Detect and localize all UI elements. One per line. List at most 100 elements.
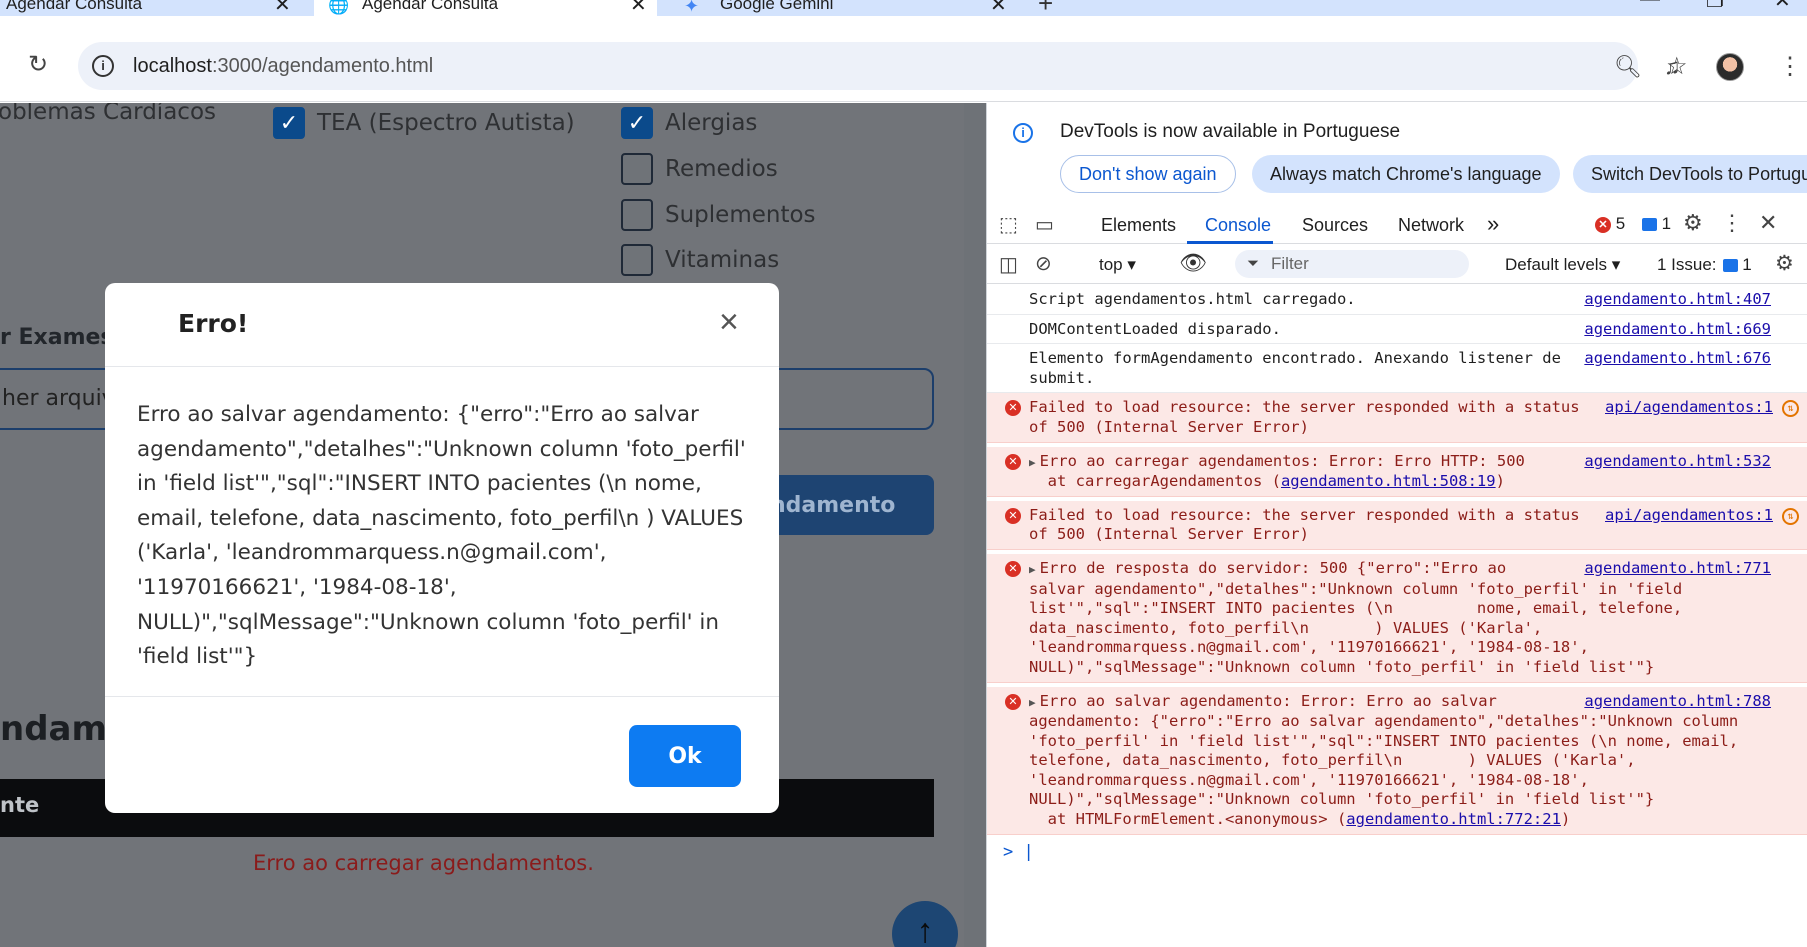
device-toolbar-icon[interactable]: ▭ xyxy=(1035,212,1054,237)
message-text: Erro ao salvar agendamento: Error: Erro … xyxy=(1029,691,1739,829)
console-prompt[interactable]: > | xyxy=(987,839,1807,863)
table-error-message: Erro ao carregar agendamentos. xyxy=(253,851,594,875)
globe-icon: 🌐 xyxy=(328,0,350,15)
source-link[interactable]: agendamento.html:532 xyxy=(1584,451,1771,472)
checkbox-box[interactable] xyxy=(621,244,653,276)
stack-link[interactable]: agendamento.html:508:19 xyxy=(1281,472,1496,490)
ok-button[interactable]: Ok xyxy=(629,725,741,787)
log-levels-dropdown[interactable]: Default levels ▾ xyxy=(1505,255,1620,275)
console-toolbar: ◫ ⊘ top ▾ 👁︎ ⏷ Filter Default levels ▾ 1… xyxy=(987,244,1807,284)
source-link[interactable]: agendamento.html:669 xyxy=(1584,320,1771,340)
checkbox-box[interactable] xyxy=(621,153,653,185)
more-options-icon[interactable]: ⋮ xyxy=(1721,210,1743,236)
restore-icon[interactable]: ❐ xyxy=(1706,0,1724,13)
message-text: Script agendamentos.html carregado. xyxy=(1029,290,1356,308)
tab-agendar-consulta-1[interactable]: Agendar Consulta ✕ xyxy=(0,0,300,16)
error-icon: ✕ xyxy=(1005,507,1021,524)
close-devtools-icon[interactable]: ✕ xyxy=(1759,210,1777,236)
context-value: top xyxy=(1099,255,1123,274)
gemini-sparkle-icon: ✦ xyxy=(684,0,700,16)
url-text[interactable]: localhost:3000/agendamento.html xyxy=(133,55,433,78)
checkbox-alergias[interactable]: ✓ Alergias xyxy=(621,107,757,139)
reload-icon[interactable]: ↻ xyxy=(24,50,52,78)
site-info-icon[interactable]: i xyxy=(92,55,114,77)
more-tabs-icon[interactable]: » xyxy=(1487,211,1499,237)
infobar-message: DevTools is now available in Portuguese xyxy=(1060,121,1401,142)
source-link[interactable]: api/agendamentos:1 xyxy=(1605,398,1773,418)
check-icon[interactable]: ✓ xyxy=(621,107,653,139)
checkbox-vitaminas[interactable]: Vitaminas xyxy=(621,244,779,276)
stack-link[interactable]: agendamento.html:772:21 xyxy=(1346,810,1561,828)
source-link[interactable]: agendamento.html:407 xyxy=(1584,290,1771,310)
minimize-icon[interactable]: — xyxy=(1640,0,1660,11)
zoom-icon[interactable]: 🔍︎ xyxy=(1614,54,1642,80)
more-menu-icon[interactable]: ⋮ xyxy=(1778,52,1802,81)
tab-title: Agendar Consulta xyxy=(6,0,143,13)
checkbox-suplementos[interactable]: Suplementos xyxy=(621,199,816,231)
console-filter-input[interactable]: ⏷ Filter xyxy=(1235,250,1469,278)
console-settings-gear-icon[interactable]: ⚙ xyxy=(1775,251,1794,276)
network-request-icon[interactable]: ⇅ xyxy=(1782,507,1799,525)
modal-body: Erro ao salvar agendamento: {"erro":"Err… xyxy=(137,402,746,670)
network-request-icon[interactable]: ⇅ xyxy=(1782,400,1799,418)
tab-agendar-consulta-2[interactable]: 🌐 Agendar Consulta ✕ xyxy=(314,0,657,16)
check-icon[interactable]: ✓ xyxy=(273,107,305,139)
context-selector[interactable]: top ▾ xyxy=(1099,255,1136,275)
table-header-cell: nte xyxy=(0,793,40,817)
checkbox-label: Remedios xyxy=(665,156,778,182)
issues-count: 1 xyxy=(1742,255,1752,274)
browser-toolbar: ↻ i localhost:3000/agendamento.html 🔍︎ ☆… xyxy=(0,16,1807,102)
source-link[interactable]: api/agendamentos:1 xyxy=(1605,505,1773,526)
sidebar-toggle-icon[interactable]: ◫ xyxy=(999,252,1018,277)
message-text: Elemento formAgendamento encontrado. Ane… xyxy=(1029,349,1571,387)
issue-counter[interactable]: ✕ 5 1 xyxy=(1595,214,1671,234)
expand-triangle-icon[interactable]: ▶ xyxy=(1029,696,1036,709)
new-tab-icon[interactable]: + xyxy=(1038,0,1053,16)
profile-avatar[interactable] xyxy=(1716,53,1744,81)
address-bar[interactable]: i localhost:3000/agendamento.html 🔍︎ ☆ xyxy=(78,42,1688,90)
inspect-element-icon[interactable]: ⬚ xyxy=(999,212,1018,237)
tab-title: Google Gemini xyxy=(720,0,834,13)
tab-console[interactable]: Console xyxy=(1205,215,1271,236)
error-icon: ✕ xyxy=(1005,693,1021,710)
settings-gear-icon[interactable]: ⚙ xyxy=(1683,210,1703,236)
tab-google-gemini[interactable]: ✦ Google Gemini ✕ xyxy=(664,0,1007,16)
checkbox-problemas-cardiacos[interactable]: oblemas Cardíacos xyxy=(0,103,216,125)
clear-console-icon[interactable]: ⊘ xyxy=(1035,251,1052,276)
media-controls-icon[interactable]: ♫ xyxy=(1664,54,1681,80)
message-text-tail: ) xyxy=(1560,810,1571,829)
always-match-language-button[interactable]: Always match Chrome's language xyxy=(1252,155,1560,193)
close-icon[interactable]: × xyxy=(719,305,739,339)
checkbox-box[interactable] xyxy=(621,199,653,231)
expand-triangle-icon[interactable]: ▶ xyxy=(1029,456,1036,469)
checkbox-tea[interactable]: ✓ TEA (Espectro Autista) xyxy=(273,107,575,139)
checkbox-label: Alergias xyxy=(665,110,758,136)
error-icon: ✕ xyxy=(1595,216,1611,233)
source-link[interactable]: agendamento.html:676 xyxy=(1584,349,1771,369)
issues-button[interactable]: 1 Issue: 1 xyxy=(1657,255,1752,275)
error-modal: Erro! × Erro ao salvar agendamento: {"er… xyxy=(105,283,779,813)
dont-show-again-button[interactable]: Don't show again xyxy=(1060,155,1236,193)
checkbox-label: Suplementos xyxy=(665,202,816,228)
live-expression-eye-icon[interactable]: 👁︎ xyxy=(1179,250,1207,276)
close-icon[interactable]: ✕ xyxy=(990,0,1007,16)
modal-title: Erro! xyxy=(178,309,249,338)
window-close-icon[interactable]: ✕ xyxy=(1774,0,1791,13)
expand-triangle-icon[interactable]: ▶ xyxy=(1029,563,1036,576)
modal-footer: Ok xyxy=(105,696,779,813)
tab-strip: Agendar Consulta ✕ 🌐 Agendar Consulta ✕ … xyxy=(0,0,1807,16)
tab-network[interactable]: Network xyxy=(1398,215,1464,236)
switch-language-button[interactable]: Switch DevTools to Portugu xyxy=(1573,155,1807,193)
close-icon[interactable]: ✕ xyxy=(630,0,647,16)
tab-sources[interactable]: Sources xyxy=(1302,215,1368,236)
checkbox-label: TEA (Espectro Autista) xyxy=(317,110,575,136)
close-icon[interactable]: ✕ xyxy=(274,0,291,16)
source-link[interactable]: agendamento.html:771 xyxy=(1584,558,1771,579)
checkbox-remedios[interactable]: Remedios xyxy=(621,153,778,185)
file-input-text: her arquiv xyxy=(2,386,115,411)
console-error-message: ✕ ▶ Erro ao carregar agendamentos: Error: … xyxy=(987,446,1807,497)
checkbox-label: Vitaminas xyxy=(665,247,780,273)
language-infobar: i DevTools is now available in Portugues… xyxy=(987,103,1807,203)
source-link[interactable]: agendamento.html:788 xyxy=(1584,691,1771,712)
tab-elements[interactable]: Elements xyxy=(1101,215,1176,236)
